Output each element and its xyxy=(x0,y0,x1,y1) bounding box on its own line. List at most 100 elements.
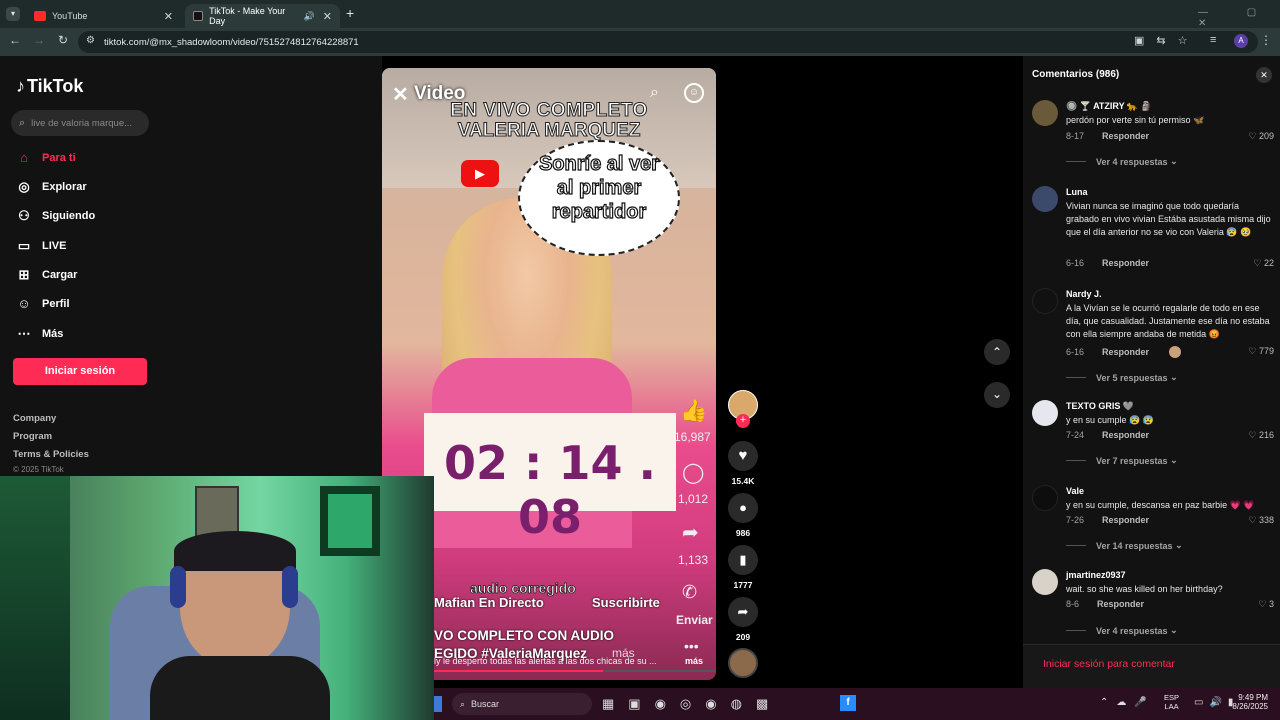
close-icon[interactable]: ✕ xyxy=(1256,67,1272,83)
url-text: tiktok.com/@mx_shadowloom/video/75152748… xyxy=(104,36,359,48)
progress-track[interactable] xyxy=(434,670,716,672)
more-link[interactable]: más xyxy=(685,656,703,666)
reply-button[interactable]: Responder xyxy=(1102,131,1149,141)
avatar[interactable] xyxy=(1032,100,1058,126)
comment-username[interactable]: TEXTO GRIS 🩶 xyxy=(1066,401,1134,412)
taskbar: ⌕ Buscar ▦▣◉◎◉◍▩ f ⌃☁🎤 ESP LAA ▭🔊▮ 9:49 … xyxy=(434,688,1280,720)
avatar[interactable] xyxy=(1032,288,1058,314)
tab-tiktok[interactable]: TikTok - Make Your Day 🔊 ✕ xyxy=(185,4,340,28)
tray-icons[interactable]: ⌃☁🎤 xyxy=(1100,697,1155,708)
nav-cargar[interactable]: ⊞ Cargar xyxy=(14,267,78,283)
view-replies-label: Ver 7 respuestas xyxy=(1096,455,1168,466)
close-icon[interactable]: ✕ xyxy=(323,10,332,23)
pinned-apps[interactable]: ▦▣◉◎◉◍▩ xyxy=(602,696,782,712)
heart-icon[interactable]: ♥ xyxy=(728,441,758,471)
login-to-comment-link[interactable]: Iniciar sesión para comentar xyxy=(1043,658,1175,670)
nav-explorar[interactable]: ◎ Explorar xyxy=(14,179,86,195)
view-replies[interactable]: Ver 7 respuestas ⌄ xyxy=(1066,455,1178,466)
comment-item: 🔘 🍸 ATZIRY 🐆 🗿 perdón por verte sin tú p… xyxy=(1032,100,1280,176)
avatar[interactable] xyxy=(1032,400,1058,426)
nav-label: Más xyxy=(42,328,64,340)
site-info-icon[interactable]: ⚙ xyxy=(86,35,95,46)
comment-username[interactable]: 🔘 🍸 ATZIRY 🐆 🗿 xyxy=(1066,101,1152,112)
view-replies-label: Ver 5 respuestas xyxy=(1096,372,1168,383)
comment-meta: 7-26 Responder xyxy=(1066,515,1149,525)
tab-search-icon[interactable]: ▾ xyxy=(6,7,20,21)
more-icon: ⋯ xyxy=(17,326,31,341)
comment-username[interactable]: Luna xyxy=(1066,187,1088,197)
reply-button[interactable]: Responder xyxy=(1102,258,1149,268)
avatar[interactable] xyxy=(1032,485,1058,511)
reply-button[interactable]: Responder xyxy=(1102,347,1149,357)
taskbar-search[interactable]: ⌕ Buscar xyxy=(452,693,592,715)
live-icon: ▭ xyxy=(17,238,31,253)
view-replies[interactable]: Ver 5 respuestas ⌄ xyxy=(1066,372,1178,383)
window-controls[interactable]: — ▢ ✕ xyxy=(1198,7,1280,29)
address-bar[interactable]: ⚙ tiktok.com/@mx_shadowloom/video/751527… xyxy=(78,31,1258,53)
wall-logo xyxy=(320,486,380,556)
avatar[interactable] xyxy=(1032,186,1058,212)
speaker-icon[interactable]: 🔊 xyxy=(304,11,315,22)
reply-button[interactable]: Responder xyxy=(1097,599,1144,609)
login-button[interactable]: Iniciar sesión xyxy=(13,358,147,385)
tiktok-logo[interactable]: ♪ TikTok xyxy=(16,76,83,97)
browser-action-icons[interactable]: ▣⇆☆ xyxy=(1134,34,1199,47)
avatar[interactable] xyxy=(1032,569,1058,595)
view-replies-label: Ver 14 respuestas xyxy=(1096,540,1173,551)
avatar[interactable]: A xyxy=(1234,34,1248,48)
like-button[interactable]: ♡ 209 xyxy=(1248,131,1274,142)
like-button[interactable]: ♡ 338 xyxy=(1248,515,1274,526)
clock[interactable]: 9:49 PM 8/26/2025 xyxy=(1224,693,1268,711)
overlay-send-label: Enviar xyxy=(676,613,713,627)
like-button[interactable]: ♡ 22 xyxy=(1253,258,1274,269)
home-icon: ⌂ xyxy=(20,150,28,165)
tab-youtube[interactable]: YouTube ✕ xyxy=(26,4,181,28)
back-icon[interactable]: ← xyxy=(6,33,24,47)
start-icon[interactable] xyxy=(434,696,442,712)
reload-icon[interactable]: ↻ xyxy=(54,33,72,47)
nav-mas[interactable]: ⋯ Más xyxy=(14,326,64,342)
media-icon[interactable]: ≡ xyxy=(1210,34,1216,46)
share-icon[interactable]: ➦ xyxy=(728,597,758,627)
bookmark-icon[interactable]: ▮ xyxy=(728,545,758,575)
forward-icon[interactable]: → xyxy=(30,33,48,47)
view-replies[interactable]: Ver 14 respuestas ⌄ xyxy=(1066,540,1183,551)
reply-button[interactable]: Responder xyxy=(1102,430,1149,440)
follow-plus-icon[interactable]: + xyxy=(736,414,750,428)
new-tab-icon[interactable]: + xyxy=(346,5,354,21)
comment-username[interactable]: jmartinez0937 xyxy=(1066,570,1126,580)
footer-company[interactable]: Company xyxy=(13,413,56,424)
lang-code: ESP xyxy=(1164,693,1180,702)
comment-username[interactable]: Vale xyxy=(1066,486,1084,496)
language-indicator[interactable]: ESP LAA xyxy=(1164,693,1179,711)
comment-username[interactable]: Nardy J. xyxy=(1066,289,1102,299)
like-button[interactable]: ♡ 779 xyxy=(1248,346,1274,357)
view-replies[interactable]: Ver 4 respuestas ⌄ xyxy=(1066,625,1178,636)
chevron-up-icon[interactable]: ⌃ xyxy=(984,339,1010,365)
subscribe-label: Suscribirte xyxy=(592,595,660,610)
bubble-line: al primer xyxy=(556,176,642,199)
search-input[interactable]: ⌕ live de valoria marque... xyxy=(11,110,149,136)
view-replies[interactable]: Ver 4 respuestas ⌄ xyxy=(1066,156,1178,167)
footer-program[interactable]: Program xyxy=(13,431,52,442)
comment-date: 8-6 xyxy=(1066,599,1080,609)
nav-perfil[interactable]: ☺ Perfil xyxy=(14,296,69,311)
comment-icon[interactable]: ● xyxy=(728,493,758,523)
nav-siguiendo[interactable]: ⚇ Siguiendo xyxy=(14,208,95,224)
nav-para-ti[interactable]: ⌂ Para ti xyxy=(14,150,76,165)
reply-button[interactable]: Responder xyxy=(1102,515,1149,525)
nav-live[interactable]: ▭ LIVE xyxy=(14,238,67,254)
like-button[interactable]: ♡ 216 xyxy=(1248,430,1274,441)
close-icon[interactable]: ✕ xyxy=(164,10,173,23)
menu-icon[interactable]: ⋮ xyxy=(1260,33,1272,47)
comment-item: Luna Vivian nunca se imaginó que todo qu… xyxy=(1032,186,1280,276)
chevron-down-icon[interactable]: ⌄ xyxy=(984,382,1010,408)
music-disc-icon[interactable] xyxy=(728,648,758,678)
footer-terms[interactable]: Terms & Policies xyxy=(13,449,89,460)
comment-meta: 8-17 Responder xyxy=(1066,131,1149,141)
like-button[interactable]: ♡ 3 xyxy=(1258,599,1274,610)
caption-line-1: VO COMPLETO CON AUDIO xyxy=(434,628,615,643)
comment-text: y en su cumple 😰 😰 xyxy=(1066,415,1154,425)
share-count: 209 xyxy=(735,632,751,642)
app-icon[interactable]: f xyxy=(840,695,856,711)
